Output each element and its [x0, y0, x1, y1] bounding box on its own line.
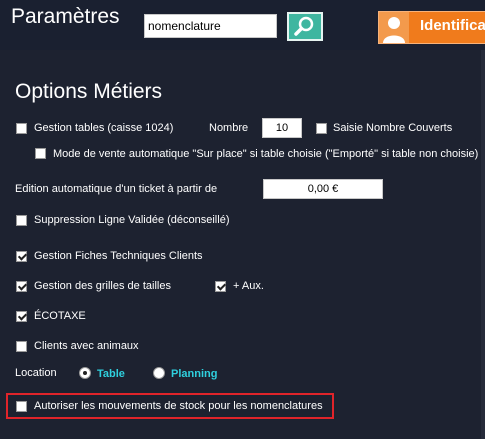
- edition-ticket-label: Edition automatique d'un ticket à partir…: [15, 183, 218, 195]
- location-planning-radio[interactable]: [153, 367, 165, 379]
- location-table-radio[interactable]: [79, 367, 91, 379]
- search-button[interactable]: [287, 12, 323, 41]
- mode-vente-label: Mode de vente automatique "Sur place" si…: [53, 148, 479, 160]
- suppression-checkbox[interactable]: [16, 215, 27, 226]
- identification-label: Identifica: [420, 17, 485, 34]
- grilles-tailles-checkbox[interactable]: [16, 281, 27, 292]
- location-planning-label[interactable]: Planning: [171, 368, 217, 380]
- gestion-tables-label: Gestion tables (caisse 1024): [34, 122, 174, 134]
- grilles-tailles-label: Gestion des grilles de tailles: [34, 280, 171, 292]
- nombre-input[interactable]: [262, 118, 302, 138]
- animaux-checkbox[interactable]: [16, 341, 27, 352]
- magnifier-icon: [294, 16, 314, 36]
- ecotaxe-label: ÉCOTAXE: [34, 310, 86, 322]
- ecotaxe-checkbox[interactable]: [16, 311, 27, 322]
- search-input[interactable]: [144, 14, 277, 38]
- section-title: Options Métiers: [15, 80, 163, 103]
- saisie-couverts-checkbox[interactable]: [316, 123, 327, 134]
- page-title: Paramètres: [11, 5, 120, 28]
- mouvements-stock-label: Autoriser les mouvements de stock pour l…: [34, 400, 323, 412]
- user-silhouette-icon: [383, 17, 405, 43]
- fiches-techniques-checkbox[interactable]: [16, 251, 27, 262]
- suppression-label: Suppression Ligne Validée (déconseillé): [34, 214, 230, 226]
- nombre-label: Nombre: [209, 122, 249, 134]
- mode-vente-checkbox[interactable]: [35, 148, 46, 159]
- gestion-tables-checkbox[interactable]: [16, 123, 27, 134]
- edition-ticket-input[interactable]: [263, 179, 383, 199]
- mouvements-stock-checkbox[interactable]: [16, 401, 27, 412]
- identification-button[interactable]: Identifica: [378, 11, 485, 44]
- location-label: Location: [15, 367, 57, 379]
- aux-label: + Aux.: [233, 280, 264, 292]
- saisie-couverts-label: Saisie Nombre Couverts: [333, 122, 453, 134]
- location-table-label[interactable]: Table: [97, 368, 125, 380]
- scrollbar[interactable]: [481, 50, 485, 439]
- aux-checkbox[interactable]: [215, 281, 226, 292]
- animaux-label: Clients avec animaux: [34, 340, 139, 352]
- fiches-techniques-label: Gestion Fiches Techniques Clients: [34, 250, 203, 262]
- user-avatar: [379, 12, 409, 43]
